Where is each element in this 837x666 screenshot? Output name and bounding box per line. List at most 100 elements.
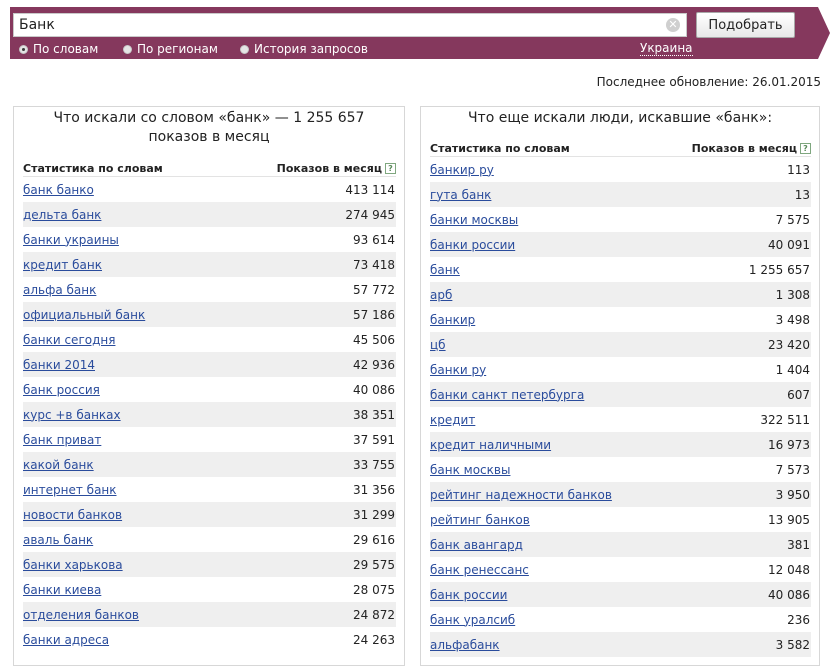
keyword-link[interactable]: банки ру <box>430 363 486 377</box>
keyword-link[interactable]: банки адреса <box>23 633 109 647</box>
table-row: банк москвы 7 573 <box>430 457 811 482</box>
keyword-link[interactable]: официальный банк <box>23 308 145 322</box>
mode-history[interactable]: История запросов <box>240 42 368 56</box>
mode-by-words[interactable]: По словам <box>19 42 98 56</box>
impressions-count: 33 755 <box>353 457 395 472</box>
keyword-link[interactable]: альфа банк <box>23 283 96 297</box>
table-row: арб 1 308 <box>430 282 811 307</box>
keyword-link[interactable]: банк москвы <box>430 463 510 477</box>
keyword-link[interactable]: банк россия <box>23 383 100 397</box>
impressions-count: 40 091 <box>768 237 810 252</box>
left-panel-title: Что искали со словом «банк» — 1 255 657 … <box>53 110 365 145</box>
keyword-link[interactable]: аваль банк <box>23 533 93 547</box>
table-row: банк 1 255 657 <box>430 257 811 282</box>
table-row: интернет банк 31 356 <box>23 477 396 502</box>
help-icon[interactable]: ? <box>800 143 811 154</box>
keyword-link[interactable]: альфабанк <box>430 638 500 652</box>
keyword-link[interactable]: рейтинг банков <box>430 513 530 527</box>
keyword-link[interactable]: гута банк <box>430 188 491 202</box>
table-row: банки россии 40 091 <box>430 232 811 257</box>
impressions-count: 29 575 <box>353 557 395 572</box>
table-row: рейтинг надежности банков 3 950 <box>430 482 811 507</box>
mode-history-label: История запросов <box>254 42 368 56</box>
radio-unchecked-icon <box>240 44 249 54</box>
table-row: новости банков 31 299 <box>23 502 396 527</box>
column-keyword-header: Статистика по словам <box>430 141 570 155</box>
region-link[interactable]: Украина <box>640 41 693 56</box>
impressions-count: 23 420 <box>768 337 810 352</box>
right-table-header: Статистика по словам Показов в месяц? <box>430 140 811 157</box>
keyword-link[interactable]: банк приват <box>23 433 101 447</box>
keyword-link[interactable]: банки украины <box>23 233 119 247</box>
table-row: отделения банков 24 872 <box>23 602 396 627</box>
column-count-label: Показов в месяц <box>691 141 797 155</box>
table-row: курс +в банках 38 351 <box>23 402 396 427</box>
keyword-link[interactable]: банк <box>430 263 460 277</box>
left-keyword-list: банк банко 413 114 дельта банк 274 945 банки… <box>23 177 396 652</box>
column-keyword-header: Статистика по словам <box>23 161 163 175</box>
keyword-link[interactable]: банк ренессанс <box>430 563 529 577</box>
keyword-link[interactable]: кредит наличными <box>430 438 551 452</box>
keyword-link[interactable]: интернет банк <box>23 483 117 497</box>
keyword-link[interactable]: банкир ру <box>430 163 494 177</box>
impressions-count: 3 950 <box>775 487 810 502</box>
search-input[interactable] <box>19 15 659 35</box>
keyword-link[interactable]: банки 2014 <box>23 358 95 372</box>
search-box[interactable]: ✕ <box>13 13 687 37</box>
keyword-link[interactable]: дельта банк <box>23 208 101 222</box>
mode-by-regions[interactable]: По регионам <box>123 42 218 56</box>
keyword-link[interactable]: банки санкт петербурга <box>430 388 584 402</box>
keyword-link[interactable]: кредит банк <box>23 258 102 272</box>
table-row: банки 2014 42 936 <box>23 352 396 377</box>
impressions-count: 24 872 <box>353 607 395 622</box>
keyword-link[interactable]: банки киева <box>23 583 101 597</box>
submit-button[interactable]: Подобрать <box>696 12 795 38</box>
impressions-count: 57 186 <box>353 307 395 322</box>
table-row: официальный банк 57 186 <box>23 302 396 327</box>
keyword-link[interactable]: рейтинг надежности банков <box>430 488 612 502</box>
impressions-count: 57 772 <box>353 282 395 297</box>
keyword-link[interactable]: банки россии <box>430 238 515 252</box>
keyword-link[interactable]: банк россии <box>430 588 507 602</box>
keyword-link[interactable]: какой банк <box>23 458 94 472</box>
keyword-link[interactable]: банки сегодня <box>23 333 115 347</box>
radio-checked-icon <box>19 44 28 54</box>
table-row: какой банк 33 755 <box>23 452 396 477</box>
keyword-link[interactable]: отделения банков <box>23 608 139 622</box>
table-row: аваль банк 29 616 <box>23 527 396 552</box>
keyword-link[interactable]: банки харькова <box>23 558 123 572</box>
header-arrow-decoration <box>818 7 830 59</box>
clear-icon[interactable]: ✕ <box>666 18 680 32</box>
keyword-link[interactable]: курс +в банках <box>23 408 121 422</box>
impressions-count: 13 <box>794 187 810 202</box>
impressions-count: 45 506 <box>353 332 395 347</box>
impressions-count: 40 086 <box>353 382 395 397</box>
impressions-count: 607 <box>787 387 810 402</box>
impressions-count: 236 <box>787 612 810 627</box>
keyword-link[interactable]: банки москвы <box>430 213 518 227</box>
keyword-link[interactable]: арб <box>430 288 452 302</box>
impressions-count: 42 936 <box>353 357 395 372</box>
table-row: банк россии 40 086 <box>430 582 811 607</box>
impressions-count: 1 404 <box>775 362 810 377</box>
keyword-link[interactable]: цб <box>430 338 446 352</box>
table-row: альфа банк 57 772 <box>23 277 396 302</box>
help-icon[interactable]: ? <box>385 163 396 174</box>
keyword-link[interactable]: банк уралсиб <box>430 613 515 627</box>
keyword-link[interactable]: банк авангард <box>430 538 523 552</box>
keyword-link[interactable]: банк банко <box>23 183 94 197</box>
mode-by-words-label: По словам <box>33 42 99 56</box>
keyword-link[interactable]: банкир <box>430 313 475 327</box>
impressions-count: 7 575 <box>775 212 810 227</box>
right-keyword-list: банкир ру 113 гута банк 13 банки москвы 7 575… <box>430 157 811 657</box>
impressions-count: 24 263 <box>353 632 395 647</box>
table-row: кредит 322 511 <box>430 407 811 432</box>
table-row: дельта банк 274 945 <box>23 202 396 227</box>
left-table-header: Статистика по словам Показов в месяц? <box>23 160 396 177</box>
impressions-count: 12 048 <box>768 562 810 577</box>
table-row: банк авангард 381 <box>430 532 811 557</box>
impressions-count: 381 <box>787 537 810 552</box>
table-row: банкир 3 498 <box>430 307 811 332</box>
keyword-link[interactable]: новости банков <box>23 508 122 522</box>
keyword-link[interactable]: кредит <box>430 413 475 427</box>
